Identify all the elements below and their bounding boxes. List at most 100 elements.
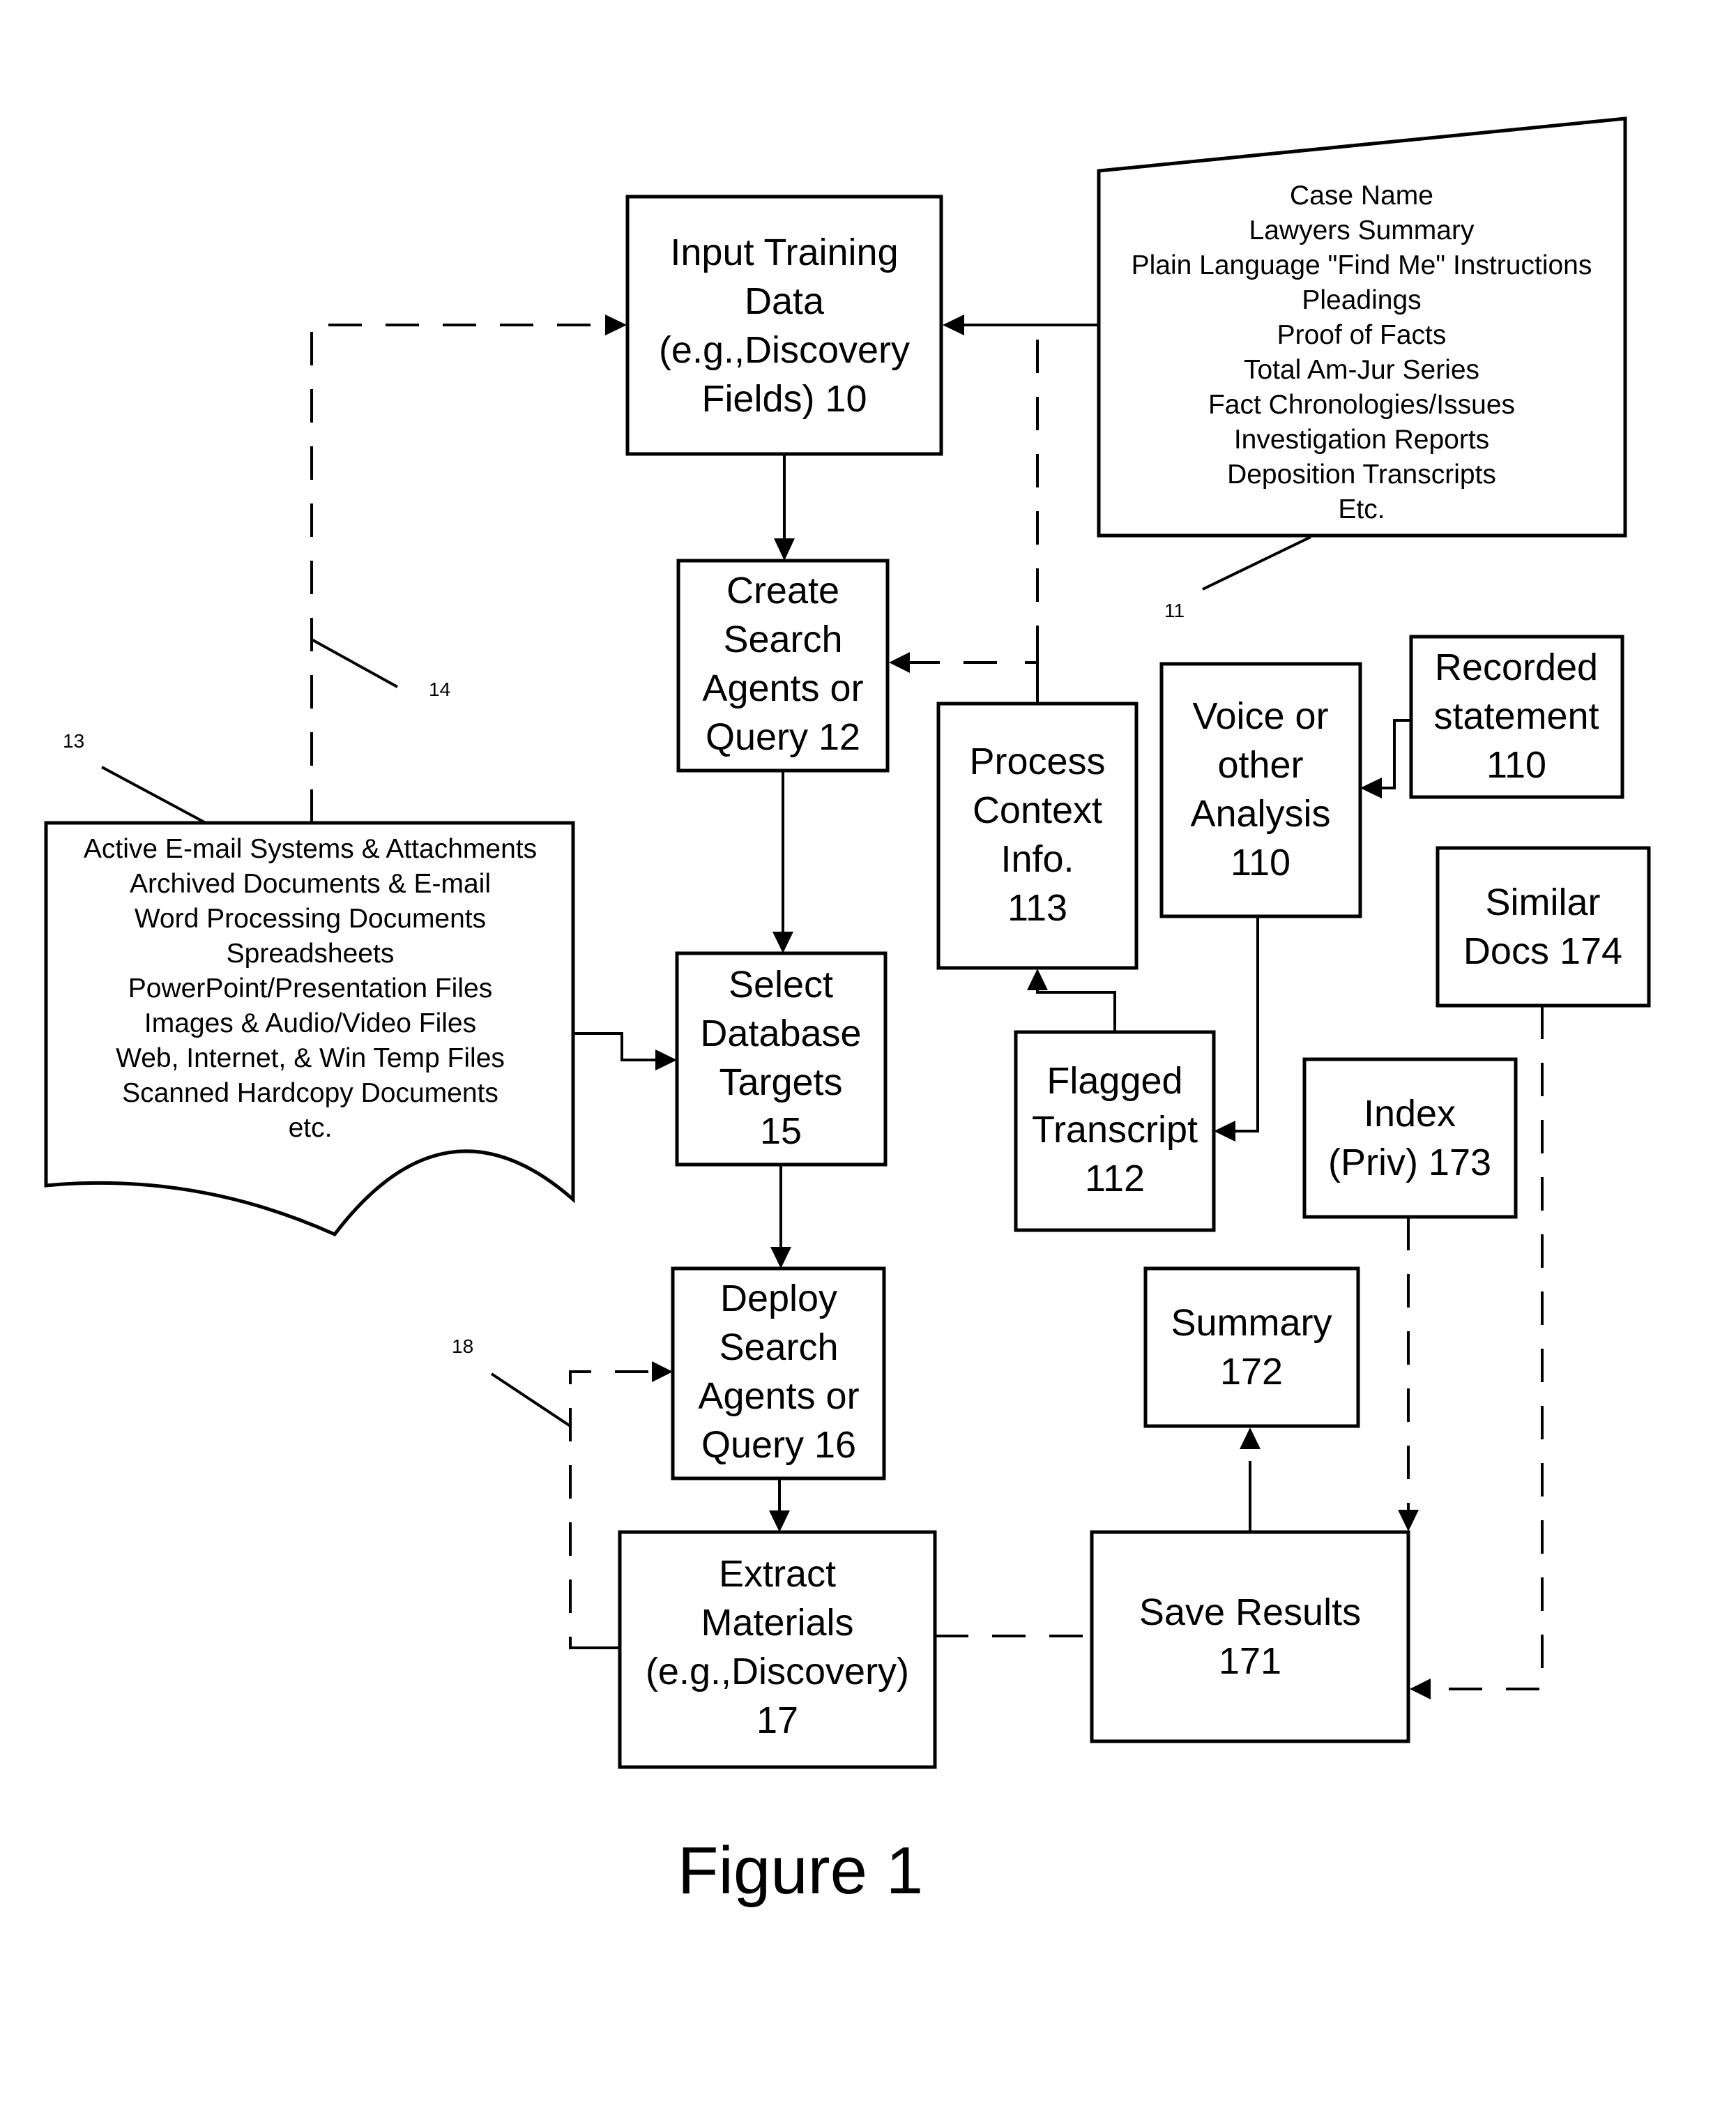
box-label-line: Database [700,1013,861,1054]
box-label-line: 113 [1007,887,1067,929]
box-label-line: other [1217,744,1303,786]
box-outline [1436,846,1651,1008]
box-select-database-targets: Select Database Targets 15 [675,951,888,1167]
box-summary: Summary 172 [1143,1266,1360,1428]
arrowhead-icon [1410,1679,1431,1699]
box-label-line: Similar [1485,881,1600,923]
box-label-line: statement [1433,695,1599,737]
doc13-line: Web, Internet, & Win Temp Files [116,1043,505,1073]
doc11-line: Case Name [1290,181,1433,211]
arrowhead-icon [1360,778,1382,798]
box-label-line: Search [723,619,842,660]
box-label-line: Info. [1000,838,1074,880]
box-outline [1302,1057,1518,1219]
box-label-line: Extract [719,1553,836,1595]
box-process-context-info: Process Context Info. 113 [936,702,1139,970]
doc11-line: Total Am-Jur Series [1244,355,1479,385]
doc13-line: Spreadsheets [227,939,395,969]
box-label-line: Create [726,570,839,612]
box-input-training-data: Input Training Data (e.g.,Discovery Fiel… [625,195,943,456]
box-label-line: Materials [701,1602,853,1644]
box-label-line: Targets [719,1061,842,1103]
box-label-line: Transcript [1032,1109,1198,1151]
flowchart: Case Name Lawyers Summary Plain Language… [44,116,1651,1908]
arrowhead-icon [652,1361,673,1382]
box-similar-docs: Similar Docs 174 [1436,846,1651,1008]
connector-recorded-voice [1380,719,1411,789]
box-label-line: Context [973,789,1102,831]
arrowhead-icon [943,315,964,335]
doc13-line: etc. [289,1113,333,1143]
box-label-line: 171 [1219,1640,1281,1682]
box-extract-materials: Extract Materials (e.g.,Discovery) 17 [618,1530,937,1769]
ref-11: 11 [1164,600,1185,621]
box-label-line: Input Training [670,232,898,273]
arrowhead-icon [769,1510,790,1532]
arrowhead-icon [774,538,795,561]
box-label-line: Select [729,964,833,1006]
box-label-line: (e.g.,Discovery) [646,1651,909,1692]
box-label-line: Search [719,1326,838,1368]
doc11-line: Plain Language "Find Me" Instructions [1132,250,1592,280]
box-flagged-transcript: Flagged Transcript 112 [1014,1030,1216,1232]
box-save-results: Save Results 171 [1090,1530,1410,1743]
box-label-line: 110 [1486,744,1546,786]
doc11-line: Proof of Facts [1277,320,1447,350]
doc13-line: Word Processing Documents [135,904,486,934]
box-label-line: Data [745,280,825,322]
box-label-line: 172 [1220,1351,1283,1393]
document-13-text: Active E-mail Systems & Attachments Arch… [84,834,537,1143]
connector-13-10-dashed [310,324,607,823]
box-label-line: Process [969,741,1105,782]
box-label-line: 15 [760,1110,802,1152]
box-label-line: Query 12 [706,716,860,758]
ref-18: 18 [452,1335,473,1357]
doc11-line: Fact Chronologies/Issues [1208,390,1515,420]
ref-leader-14 [311,638,398,688]
doc13-line: Archived Documents & E-mail [130,869,491,899]
ref-leader-18 [490,1372,572,1427]
box-create-search-agents: Create Search Agents or Query 12 [676,559,890,773]
box-label-line: Flagged [1046,1060,1182,1102]
box-label-line: 110 [1231,842,1290,884]
doc13-line: Active E-mail Systems & Attachments [84,834,537,864]
box-label-line: Fields) 10 [701,378,867,420]
box-label-line: Docs 174 [1463,930,1622,972]
box-label-line: 17 [756,1699,798,1741]
doc13-line: PowerPoint/Presentation Files [128,974,492,1003]
ref-13: 13 [63,730,84,752]
connector-112-113 [1036,987,1116,1032]
box-label-line: Deploy [720,1278,837,1319]
arrowhead-icon [889,652,910,673]
ref-14: 14 [429,679,450,700]
box-voice-analysis: Voice or other Analysis 110 [1159,662,1362,918]
box-label-line: 112 [1085,1158,1145,1199]
doc11-line: Lawyers Summary [1249,215,1475,245]
box-label-line: Agents or [702,667,863,709]
arrowhead-icon [1240,1427,1261,1449]
box-label-line: Summary [1171,1302,1332,1344]
box-label-line: (Priv) 173 [1328,1142,1491,1183]
box-index-priv: Index (Priv) 173 [1302,1057,1518,1219]
box-outline [1143,1266,1360,1428]
box-deploy-search-agents: Deploy Search Agents or Query 16 [671,1266,886,1480]
ref-leader-11 [1202,536,1311,591]
box-label-line: Recorded [1435,646,1598,688]
box-label-line: Index [1364,1093,1456,1135]
ref-leader-13 [101,766,206,824]
box-outline [1090,1530,1410,1743]
arrowhead-icon [655,1050,677,1070]
connector-13-15 [573,1032,657,1061]
box-label-line: (e.g.,Discovery [659,329,910,371]
arrowhead-icon [1027,969,1048,990]
arrowhead-icon [605,315,627,335]
box-recorded-statement: Recorded statement 110 [1409,635,1624,799]
arrowhead-icon [772,932,793,953]
doc13-line: Images & Audio/Video Files [144,1008,476,1038]
doc11-line: Investigation Reports [1234,425,1489,455]
arrowhead-icon [1398,1510,1419,1531]
figure-caption: Figure 1 [678,1833,923,1908]
arrowhead-icon [770,1247,791,1268]
doc13-line: Scanned Hardcopy Documents [122,1078,498,1108]
box-label-line: Query 16 [701,1424,856,1466]
